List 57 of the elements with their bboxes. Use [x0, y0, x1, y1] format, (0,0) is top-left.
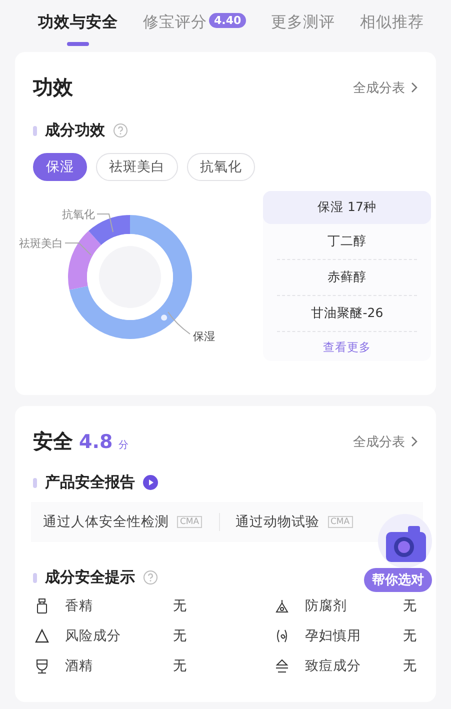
leader-line [96, 214, 114, 232]
flask-icon [275, 598, 289, 614]
cma-tag: CMA [328, 516, 353, 528]
chevron-icon [411, 82, 418, 93]
score-unit: 分 [118, 439, 129, 452]
bullet-icon [33, 126, 37, 136]
tab[interactable]: 功效与安全 [38, 0, 118, 46]
hint-value: 无 [403, 627, 418, 645]
bottle-icon [35, 598, 49, 614]
play-icon[interactable] [143, 475, 158, 490]
see-more-link[interactable]: 查看更多 [263, 332, 431, 363]
safety-score: 4.8 [79, 431, 113, 453]
leader-line [168, 312, 190, 334]
score-badge: 4.40 [209, 13, 246, 28]
filter-chip[interactable]: 保湿 [33, 153, 87, 181]
warning-icon [35, 628, 49, 644]
hint-name: 致痘成分 [305, 657, 362, 675]
chevron-icon [411, 436, 418, 447]
pick-for-you-button[interactable]: 帮你选对 [364, 568, 432, 592]
subsection-title: 成分安全提示 [45, 568, 135, 587]
filter-chip[interactable]: 抗氧化 [187, 153, 255, 181]
hint-name: 酒精 [65, 657, 94, 675]
hint-name: 防腐剂 [305, 597, 348, 615]
ingredient-item[interactable]: 甘油聚醚-26 [277, 296, 417, 332]
hint-value: 无 [173, 657, 188, 675]
hint-value: 无 [173, 597, 188, 615]
ingredients-link[interactable]: 全成分表 [353, 432, 418, 450]
chart-label: 祛斑美白 [19, 237, 63, 250]
bracket-icon [275, 628, 289, 644]
list-header: 保湿 17种 [263, 191, 431, 224]
subsection-title: 产品安全报告 [45, 473, 135, 492]
ingredient-item[interactable]: 丁二醇 [277, 224, 417, 260]
wine-glass-icon [35, 658, 49, 674]
hint-value: 无 [403, 597, 418, 615]
bullet-icon [33, 572, 37, 582]
section-title: 功效 [33, 74, 73, 101]
subsection-title: 成分功效 [45, 121, 105, 140]
chart-label: 保湿 [193, 330, 215, 343]
test-result: 通过动物试验 [236, 513, 320, 531]
roof-icon [275, 658, 289, 674]
tab[interactable]: 更多测评 [271, 0, 336, 46]
tab[interactable]: 相似推荐 [360, 0, 424, 46]
bullet-icon [33, 478, 37, 488]
hint-value: 无 [403, 657, 418, 675]
section-title: 安全 [33, 428, 73, 455]
cma-tag: CMA [177, 516, 202, 528]
hint-name: 香精 [65, 597, 94, 615]
test-result: 通过人体安全性检测 [43, 513, 169, 531]
hint-name: 风险成分 [65, 627, 122, 645]
ingredients-link[interactable]: 全成分表 [353, 78, 418, 96]
filter-chip[interactable]: 祛斑美白 [96, 153, 178, 181]
hint-name: 孕妇慎用 [305, 627, 362, 645]
tab[interactable]: 修宝评分 4.40 [143, 0, 246, 46]
hint-value: 无 [173, 627, 188, 645]
chart-label: 抗氧化 [62, 208, 95, 221]
leader-line [64, 242, 92, 256]
ingredient-item[interactable]: 赤藓醇 [277, 260, 417, 296]
